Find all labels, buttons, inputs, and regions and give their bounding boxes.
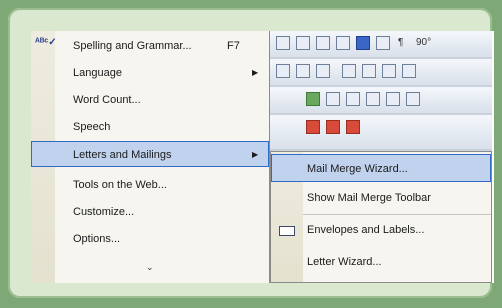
menu-item-tools-on-the-web[interactable]: Tools on the Web...: [31, 172, 269, 198]
menu-item-options[interactable]: Options...: [31, 226, 269, 252]
screenshot-area: ᴬᴮᶜ✓ Spelling and Grammar... F7 Language…: [31, 31, 494, 283]
crop-icon[interactable]: [346, 92, 360, 106]
decrease-indent-icon[interactable]: [382, 64, 396, 78]
letters-and-mailings-submenu: Mail Merge Wizard... Show Mail Merge Too…: [270, 151, 492, 283]
shortcut-f7: F7: [227, 40, 240, 52]
pilcrow-icon[interactable]: ¶: [398, 36, 403, 50]
align-right-icon[interactable]: [276, 64, 290, 78]
contrast-icon[interactable]: [366, 92, 380, 106]
submenu-item-show-mail-merge-toolbar[interactable]: Show Mail Merge Toolbar: [271, 184, 491, 212]
rotate-icon[interactable]: [406, 92, 420, 106]
accept-change-icon[interactable]: [346, 120, 360, 134]
submenu-arrow-icon: ▶: [252, 68, 259, 77]
zoom-value[interactable]: 90°: [416, 36, 431, 50]
spreadsheet-icon[interactable]: [316, 36, 330, 50]
menu-item-word-count[interactable]: Word Count...: [31, 87, 269, 113]
envelope-icon: [279, 226, 295, 236]
insert-picture-icon[interactable]: [306, 92, 320, 106]
chart-icon[interactable]: [326, 92, 340, 106]
submenu-separator: [303, 214, 491, 215]
numbering-icon[interactable]: [342, 64, 356, 78]
submenu-item-letter-wizard[interactable]: Letter Wizard...: [271, 248, 491, 276]
menu-item-letters-and-mailings[interactable]: Letters and Mailings ▶: [31, 141, 269, 167]
line-spacing-icon[interactable]: [316, 64, 330, 78]
expand-menu-chevron-icon[interactable]: ⌄: [146, 262, 154, 272]
menu-item-language[interactable]: Language ▶: [31, 60, 269, 86]
toolbar-row-2: [270, 59, 492, 85]
tools-menu: ᴬᴮᶜ✓ Spelling and Grammar... F7 Language…: [31, 31, 270, 283]
increase-indent-icon[interactable]: [402, 64, 416, 78]
submenu-item-mail-merge-wizard[interactable]: Mail Merge Wizard...: [271, 154, 491, 182]
toolbar-row-3: [270, 87, 492, 113]
toolbar-row-1: ¶ 90°: [270, 31, 492, 57]
justify-icon[interactable]: [296, 64, 310, 78]
menu-item-customize[interactable]: Customize...: [31, 199, 269, 225]
document-map-icon[interactable]: [376, 36, 390, 50]
reject-change-icon[interactable]: [326, 120, 340, 134]
brightness-icon[interactable]: [386, 92, 400, 106]
table-icon[interactable]: [276, 36, 290, 50]
bullets-icon[interactable]: [362, 64, 376, 78]
track-changes-icon[interactable]: [306, 120, 320, 134]
toolbar-row-4: [270, 115, 492, 149]
columns-icon[interactable]: [336, 36, 350, 50]
menu-item-speech[interactable]: Speech: [31, 114, 269, 140]
spelling-icon: ᴬᴮᶜ✓: [35, 37, 57, 48]
submenu-arrow-icon: ▶: [252, 150, 259, 159]
drawing-icon[interactable]: [356, 36, 370, 50]
submenu-item-envelopes-and-labels[interactable]: Envelopes and Labels...: [271, 216, 491, 244]
window-icon[interactable]: [296, 36, 310, 50]
menu-item-spelling-and-grammar[interactable]: ᴬᴮᶜ✓ Spelling and Grammar... F7: [31, 33, 269, 59]
